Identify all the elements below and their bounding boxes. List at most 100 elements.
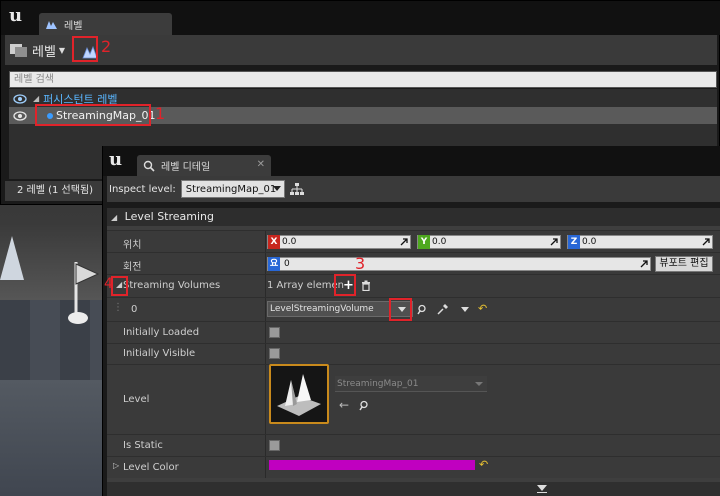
- use-selected-arrow-icon[interactable]: ←: [339, 398, 349, 412]
- levels-search-input[interactable]: 레벨 검색: [9, 71, 717, 88]
- reset-arrow-icon[interactable]: ↶: [479, 458, 488, 471]
- levels-menu-button[interactable]: 레벨 ▼: [9, 41, 65, 60]
- scroll-down-icon: [537, 485, 547, 491]
- levels-icon: [46, 20, 57, 29]
- is-static-label: Is Static: [123, 440, 163, 451]
- location-x-input[interactable]: X 0.0: [267, 235, 411, 249]
- initially-visible-checkbox[interactable]: [269, 348, 280, 359]
- initially-visible-label: Initially Visible: [123, 348, 196, 359]
- location-label: 위치: [123, 240, 142, 251]
- column-splitter: [265, 435, 266, 456]
- tab-level-details-label: 레벨 디테일: [161, 162, 211, 173]
- is-static-row: Is Static: [107, 434, 720, 456]
- eye-icon[interactable]: [13, 93, 27, 104]
- scroll-down-bar-icon: [537, 492, 547, 493]
- browse-search-icon[interactable]: [359, 400, 370, 411]
- viewport-floor-lower: [0, 380, 105, 496]
- is-static-checkbox[interactable]: [269, 440, 280, 451]
- rotation-label: 회전: [123, 262, 142, 273]
- tab-levels[interactable]: 레벨: [39, 13, 172, 35]
- level-row: Level: [107, 364, 720, 434]
- inspect-level-label: Inspect level:: [109, 183, 176, 195]
- level-label: Level: [123, 394, 150, 405]
- eye-icon[interactable]: [13, 110, 27, 121]
- level-asset-icon: [277, 374, 321, 416]
- level-color-swatch[interactable]: [269, 460, 475, 470]
- initially-loaded-label: Initially Loaded: [123, 327, 200, 338]
- viewport-edit-button[interactable]: 뷰포트 편집: [655, 256, 713, 272]
- column-splitter: [265, 457, 266, 478]
- chevron-down-icon[interactable]: [461, 307, 469, 312]
- inspect-level-value: StreamingMap_01: [185, 183, 277, 195]
- array-elements-count: 1 Array elemen: [267, 280, 344, 291]
- trash-icon[interactable]: [361, 280, 371, 291]
- unreal-logo-icon: u: [9, 5, 23, 26]
- tab-levels-label: 레벨: [64, 20, 83, 32]
- expand-arrow-icon: [702, 238, 710, 246]
- browse-search-icon[interactable]: [417, 304, 428, 315]
- levels-titlebar: u 레벨: [1, 1, 720, 35]
- annotation-box-2: [72, 36, 98, 62]
- levels-menu-label: 레벨: [32, 44, 56, 60]
- yaw-tag: 요: [268, 257, 280, 271]
- player-start-flag-icon: [68, 262, 100, 324]
- location-x-value: 0.0: [282, 237, 297, 247]
- annotation-number-1: 1: [155, 104, 166, 123]
- level-details-window: u 레벨 디테일 ✕ Inspect level: StreamingMap_0…: [102, 146, 720, 496]
- eyedropper-icon[interactable]: [437, 303, 449, 315]
- rotation-yaw-input[interactable]: 요 0: [267, 257, 651, 271]
- drag-handle-icon[interactable]: ⋮: [113, 302, 123, 313]
- level-thumbnail[interactable]: [269, 364, 329, 424]
- column-splitter: [265, 344, 266, 364]
- details-titlebar: u 레벨 디테일 ✕: [103, 146, 720, 176]
- annotation-number-3: 3: [355, 254, 366, 273]
- expand-arrow-icon: [400, 238, 408, 246]
- inspect-level-combo[interactable]: StreamingMap_01: [180, 180, 285, 198]
- initially-loaded-checkbox[interactable]: [269, 327, 280, 338]
- tab-level-details[interactable]: 레벨 디테일 ✕: [137, 155, 271, 176]
- expand-arrow-icon: [640, 260, 648, 268]
- rotation-row: 회전 요 0 뷰포트 편집: [107, 252, 720, 274]
- category-label: Level Streaming: [124, 210, 214, 223]
- column-splitter: [265, 365, 266, 434]
- expand-triangle-icon[interactable]: ◢: [33, 94, 39, 103]
- collapse-triangle-icon: ◢: [111, 213, 118, 222]
- x-axis-tag: X: [268, 235, 280, 249]
- annotation-number-4: 4: [104, 276, 113, 292]
- annotation-box-4: [111, 276, 128, 296]
- z-axis-tag: Z: [568, 235, 580, 249]
- search-icon: [143, 160, 155, 172]
- levels-toolbar: 레벨 ▼: [5, 35, 717, 65]
- hierarchy-icon[interactable]: [289, 182, 304, 196]
- streaming-volume-value: LevelStreamingVolume: [270, 304, 374, 314]
- chevron-down-icon: [475, 382, 483, 386]
- location-y-input[interactable]: Y 0.0: [417, 235, 561, 249]
- unreal-logo-icon: u: [109, 149, 123, 170]
- location-row: 위치 X 0.0 Y 0.0 Z 0.0: [107, 230, 720, 252]
- annotation-box-5: [389, 298, 412, 321]
- expand-arrow-icon: [550, 238, 558, 246]
- level-asset-value: StreamingMap_01: [337, 379, 419, 389]
- level-asset-combo[interactable]: StreamingMap_01: [335, 376, 487, 392]
- location-z-input[interactable]: Z 0.0: [567, 235, 713, 249]
- column-splitter: [265, 231, 266, 252]
- annotation-box-3: [334, 274, 356, 296]
- levels-menu-icon: [10, 44, 27, 57]
- location-z-value: 0.0: [582, 237, 597, 247]
- initially-visible-row: Initially Visible: [107, 343, 720, 364]
- category-level-streaming[interactable]: ◢ Level Streaming: [107, 208, 720, 226]
- inspect-level-bar: Inspect level: StreamingMap_01: [107, 176, 720, 202]
- chevron-down-icon: ▼: [58, 45, 66, 55]
- element-index: 0: [131, 304, 138, 315]
- streaming-volume-element-row: ⋮ 0 LevelStreamingVolume ↶: [107, 297, 720, 321]
- details-scroll-more[interactable]: [107, 482, 720, 496]
- close-icon[interactable]: ✕: [257, 159, 265, 170]
- streaming-volumes-label: Streaming Volumes: [123, 280, 221, 291]
- reset-arrow-icon[interactable]: ↶: [478, 302, 487, 315]
- level-color-label: Level Color: [123, 462, 179, 473]
- chevron-down-icon: [272, 186, 281, 191]
- details-properties: ◢ Level Streaming 위치 X 0.0 Y 0.0 Z 0.0 회…: [107, 208, 720, 496]
- expand-triangle-icon[interactable]: ▷: [113, 461, 119, 470]
- column-splitter: [265, 275, 266, 297]
- column-splitter: [265, 298, 266, 321]
